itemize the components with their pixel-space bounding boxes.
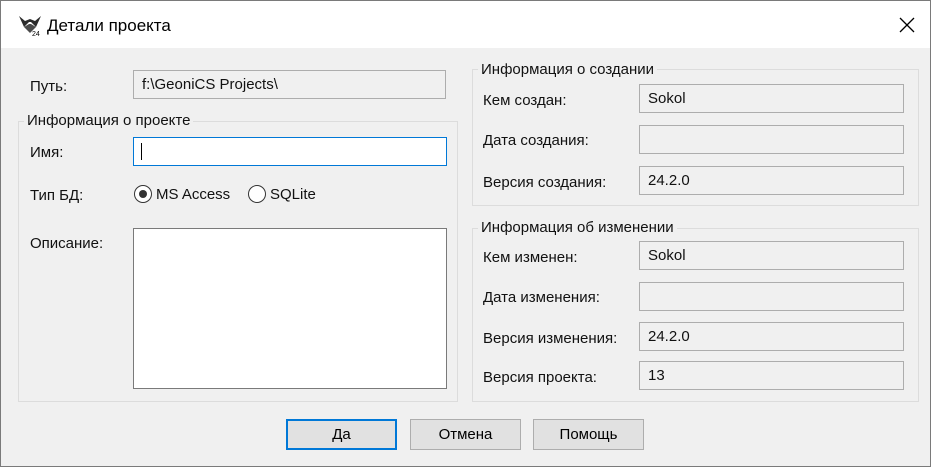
ok-button[interactable]: Да xyxy=(286,419,397,450)
db-type-label: Тип БД: xyxy=(30,187,84,204)
created-version-label: Версия создания: xyxy=(483,174,607,191)
changed-by-field: Sokol xyxy=(639,241,904,270)
changed-date-field xyxy=(639,282,904,311)
created-date-field xyxy=(639,125,904,154)
text-caret xyxy=(141,143,142,160)
path-field: f:\GeoniCS Projects\ xyxy=(133,70,446,99)
title-bar: 24 Детали проекта xyxy=(1,1,930,48)
name-label: Имя: xyxy=(30,144,64,161)
help-button[interactable]: Помощь xyxy=(533,419,644,450)
project-version-label: Версия проекта: xyxy=(483,369,597,386)
changed-version-field: 24.2.0 xyxy=(639,322,904,351)
app-icon: 24 xyxy=(18,13,42,38)
change-info-title: Информация об изменении xyxy=(478,219,677,236)
svg-text:24: 24 xyxy=(32,31,40,37)
description-label: Описание: xyxy=(30,235,104,252)
radio-sqlite-label[interactable]: SQLite xyxy=(270,186,316,203)
close-icon xyxy=(899,17,915,32)
project-version-field: 13 xyxy=(639,361,904,390)
created-version-field: 24.2.0 xyxy=(639,166,904,195)
project-info-title: Информация о проекте xyxy=(24,112,194,129)
close-button[interactable] xyxy=(884,1,930,48)
path-label: Путь: xyxy=(30,78,68,95)
project-details-dialog: 24 Детали проекта Путь: f:\GeoniCS Proje… xyxy=(0,0,931,467)
description-textarea[interactable] xyxy=(133,228,447,389)
radio-selected-dot xyxy=(139,190,147,198)
window-title: Детали проекта xyxy=(47,16,171,35)
radio-sqlite[interactable] xyxy=(248,185,266,203)
changed-version-label: Версия изменения: xyxy=(483,330,618,347)
created-by-field: Sokol xyxy=(639,84,904,113)
changed-date-label: Дата изменения: xyxy=(483,289,600,306)
radio-ms-access[interactable] xyxy=(134,185,152,203)
cancel-button[interactable]: Отмена xyxy=(410,419,521,450)
created-by-label: Кем создан: xyxy=(483,92,567,109)
radio-ms-access-label[interactable]: MS Access xyxy=(156,186,230,203)
creation-info-title: Информация о создании xyxy=(478,61,658,78)
changed-by-label: Кем изменен: xyxy=(483,249,578,266)
created-date-label: Дата создания: xyxy=(483,132,589,149)
name-input[interactable] xyxy=(133,137,447,166)
